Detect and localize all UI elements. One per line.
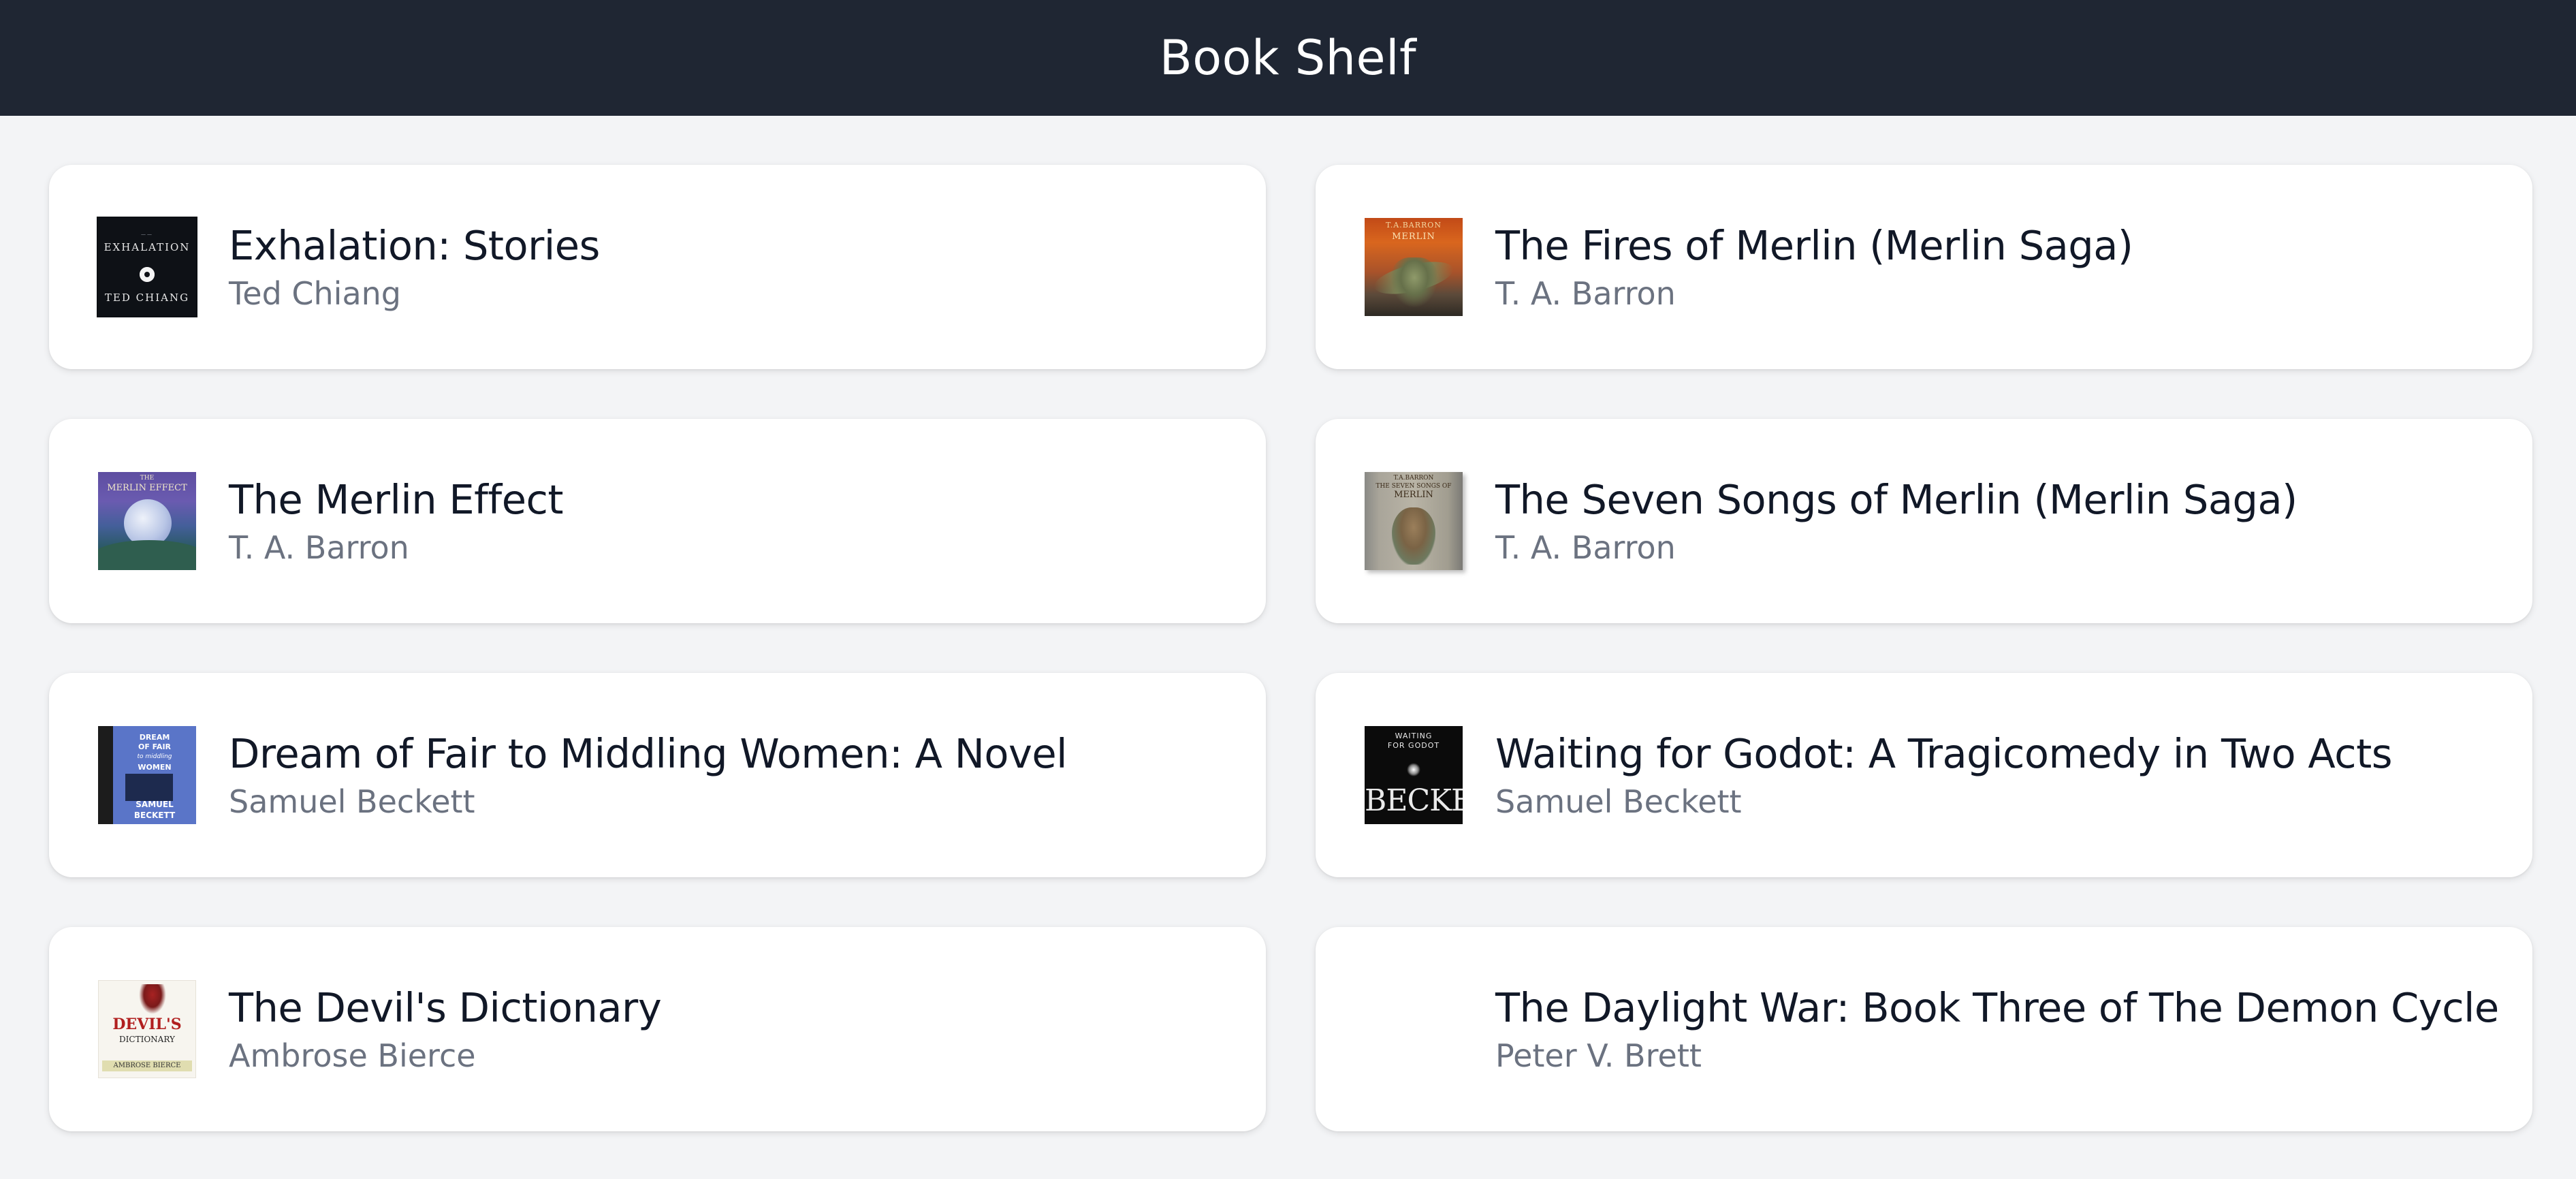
cover-text: T.A.BARRON <box>1393 475 1434 482</box>
book-cover-image: T.A.BARRON MERLIN <box>1365 218 1463 316</box>
book-card[interactable]: THE MERLIN EFFECT The Merlin Effect T. A… <box>49 419 1266 623</box>
book-card[interactable]: DEVIL'S DICTIONARY AMBROSE BIERCE The De… <box>49 927 1266 1131</box>
cover-text: AMBROSE BIERCE <box>113 1062 181 1069</box>
book-author: Samuel Beckett <box>229 783 475 820</box>
cover-text: OF FAIR <box>138 742 172 751</box>
page-title: Book Shelf <box>1159 30 1417 86</box>
book-card[interactable]: —— EXHALATION TED CHIANG Exhalation: Sto… <box>49 165 1266 369</box>
book-author: T. A. Barron <box>229 529 409 566</box>
cover-text: WOMEN <box>138 763 172 772</box>
cover-art <box>1390 257 1438 308</box>
cover-text: to middling <box>137 753 172 760</box>
cover-text: —— <box>141 232 153 237</box>
cover-text: THE SEVEN SONGS OF <box>1376 483 1452 490</box>
book-grid: —— EXHALATION TED CHIANG Exhalation: Sto… <box>49 165 2532 1131</box>
book-author: T. A. Barron <box>1495 275 1676 312</box>
cover-text: SAMUEL <box>136 800 174 809</box>
book-author: Samuel Beckett <box>1495 783 1742 820</box>
book-info: The Merlin Effect T. A. Barron <box>229 475 564 567</box>
book-cover-placeholder <box>1365 980 1463 1078</box>
book-author: Peter V. Brett <box>1495 1037 1702 1074</box>
cover-text: DREAM <box>139 733 170 742</box>
cover-text: WAITING <box>1395 732 1433 740</box>
book-info: The Seven Songs of Merlin (Merlin Saga) … <box>1495 475 2297 567</box>
book-cover-image: THE MERLIN EFFECT <box>98 472 196 570</box>
cover-text: THE <box>140 475 155 482</box>
cover-art <box>1407 763 1420 776</box>
book-title: The Devil's Dictionary <box>229 984 662 1031</box>
book-card[interactable]: T.A.BARRON MERLIN The Fires of Merlin (M… <box>1316 165 2532 369</box>
book-author: Ted Chiang <box>229 275 401 312</box>
book-cover-image: DEVIL'S DICTIONARY AMBROSE BIERCE <box>98 980 196 1078</box>
cover-art <box>1392 507 1435 565</box>
book-info: Waiting for Godot: A Tragicomedy in Two … <box>1495 729 2392 821</box>
cover-text: DEVIL'S <box>112 1016 182 1033</box>
book-title: The Fires of Merlin (Merlin Saga) <box>1495 222 2133 269</box>
cover-art <box>140 267 155 282</box>
book-title: The Daylight War: Book Three of The Demo… <box>1495 984 2499 1031</box>
book-title: Dream of Fair to Middling Women: A Novel <box>229 730 1068 777</box>
book-author: T. A. Barron <box>1495 529 1676 566</box>
cover-text: MERLIN <box>1394 490 1433 500</box>
cover-text: BECKETT <box>1365 783 1463 818</box>
cover-text: FOR GODOT <box>1387 741 1440 750</box>
book-card[interactable]: The Daylight War: Book Three of The Demo… <box>1316 927 2532 1131</box>
cover-text: MERLIN <box>1392 232 1435 242</box>
cover-art <box>98 540 196 570</box>
cover-art <box>139 984 166 1014</box>
book-card[interactable]: DREAM OF FAIR to middling WOMEN SAMUEL B… <box>49 673 1266 877</box>
book-cover-image: T.A.BARRON THE SEVEN SONGS OF MERLIN <box>1365 472 1463 570</box>
book-cover-image: —— EXHALATION TED CHIANG <box>98 218 196 316</box>
book-title: The Merlin Effect <box>229 476 564 523</box>
book-title: The Seven Songs of Merlin (Merlin Saga) <box>1495 476 2297 523</box>
book-title: Waiting for Godot: A Tragicomedy in Two … <box>1495 730 2392 777</box>
book-cover-image: DREAM OF FAIR to middling WOMEN SAMUEL B… <box>98 726 196 824</box>
book-info: The Fires of Merlin (Merlin Saga) T. A. … <box>1495 221 2133 313</box>
book-card[interactable]: T.A.BARRON THE SEVEN SONGS OF MERLIN The… <box>1316 419 2532 623</box>
book-author: Ambrose Bierce <box>229 1037 476 1074</box>
cover-text: MERLIN EFFECT <box>107 483 187 493</box>
book-cover-image: WAITING FOR GODOT BECKETT <box>1365 726 1463 824</box>
app-header: Book Shelf <box>0 0 2576 116</box>
book-info: Exhalation: Stories Ted Chiang <box>229 221 600 313</box>
cover-text: TED CHIANG <box>104 292 190 304</box>
cover-text: BECKETT <box>133 811 176 820</box>
book-info: Dream of Fair to Middling Women: A Novel… <box>229 729 1068 821</box>
cover-art <box>125 774 173 801</box>
book-info: The Devil's Dictionary Ambrose Bierce <box>229 983 662 1075</box>
cover-text: DICTIONARY <box>119 1035 175 1044</box>
book-info: The Daylight War: Book Three of The Demo… <box>1495 983 2499 1075</box>
cover-text: T.A.BARRON <box>1386 221 1442 230</box>
book-card[interactable]: WAITING FOR GODOT BECKETT Waiting for Go… <box>1316 673 2532 877</box>
cover-text: EXHALATION <box>104 241 191 253</box>
book-title: Exhalation: Stories <box>229 222 600 269</box>
